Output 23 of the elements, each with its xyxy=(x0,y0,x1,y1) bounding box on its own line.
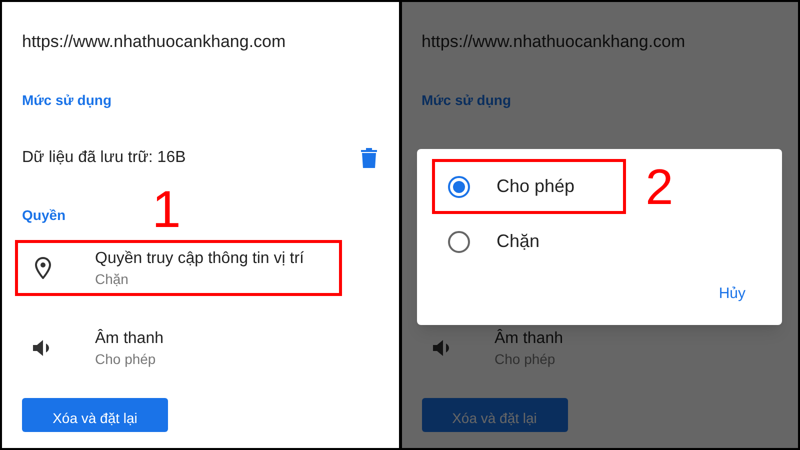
trash-icon[interactable] xyxy=(360,148,376,168)
permission-value: Chặn xyxy=(95,270,130,288)
permission-title: Âm thanh xyxy=(95,328,164,349)
section-heading: Mức sử dụng xyxy=(422,90,511,110)
radio-option[interactable]: Chặn xyxy=(432,214,626,269)
permission-value: Cho phép xyxy=(95,350,157,368)
reset-button[interactable]: Xóa và đặt lại xyxy=(22,398,168,432)
radio-button[interactable] xyxy=(448,176,470,198)
location-pin-icon xyxy=(35,257,51,279)
site-url: https://www.nhathuocankhang.com xyxy=(22,31,286,54)
permission-row[interactable]: Âm thanh Cho phép xyxy=(15,320,342,376)
storage-label: Dữ liệu đã lưu trữ: 16B xyxy=(22,148,186,168)
section-heading: Mức sử dụng xyxy=(22,90,112,110)
radio-button[interactable] xyxy=(448,230,470,252)
permission-title: Quyền truy cập thông tin vị trí xyxy=(95,249,304,269)
step-number: 2 xyxy=(646,162,674,212)
step-number: 1 xyxy=(152,184,181,236)
radio-option[interactable]: Cho phép xyxy=(432,159,626,214)
site-url: https://www.nhathuocankhang.com xyxy=(422,31,686,54)
permission-title: Âm thanh xyxy=(494,328,563,349)
cancel-button[interactable]: Hủy xyxy=(716,283,748,306)
permission-row[interactable]: Quyền truy cập thông tin vị trí Chặn xyxy=(15,240,342,296)
section-heading: Quyền xyxy=(22,206,66,225)
